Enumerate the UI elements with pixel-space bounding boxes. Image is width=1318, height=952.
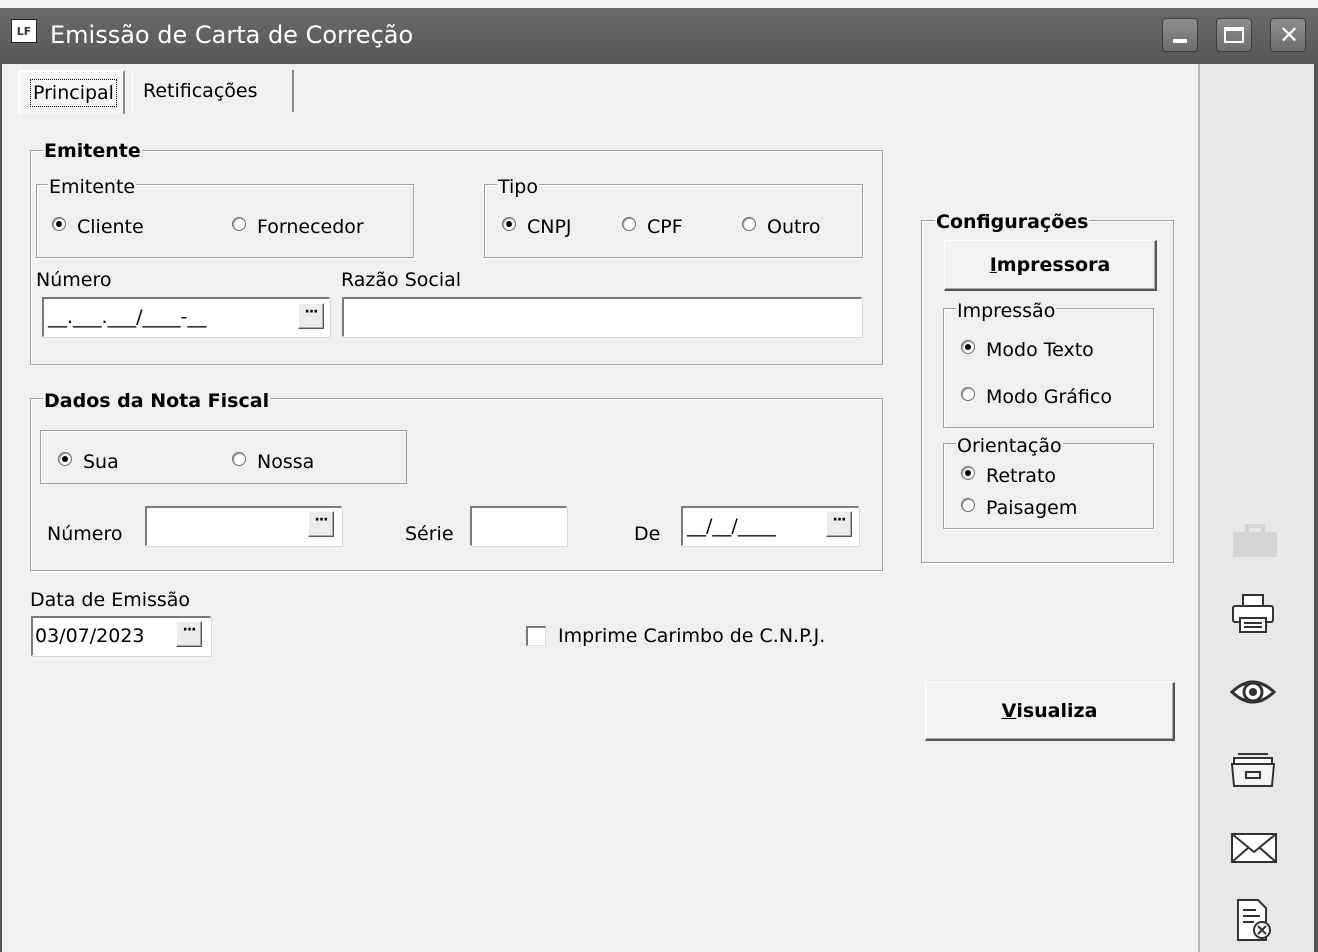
radio-modo-texto-label: Modo Texto <box>986 339 1094 361</box>
radio-modo-texto[interactable]: Modo Texto <box>961 339 1094 361</box>
razao-social-label: Razão Social <box>341 269 462 291</box>
radio-nossa[interactable]: Nossa <box>232 451 314 473</box>
imprime-carimbo-checkbox[interactable] <box>526 626 546 646</box>
radio-modo-grafico-dot[interactable] <box>961 387 975 401</box>
radio-cliente-label: Cliente <box>77 216 144 238</box>
impressao-group <box>943 308 1154 428</box>
emitente-numero-field[interactable]: __.___.___/____-__ <box>42 297 330 337</box>
nota-data-picker-button[interactable]: ··· <box>826 511 852 537</box>
maximize-button[interactable] <box>1216 18 1252 52</box>
emitente-type-title: Emitente <box>48 176 137 198</box>
radio-paisagem-dot[interactable] <box>961 498 975 512</box>
radio-modo-grafico[interactable]: Modo Gráfico <box>961 386 1112 408</box>
envelope-icon[interactable] <box>1228 826 1284 870</box>
impressora-button-label: mpressora <box>996 254 1111 276</box>
radio-cpf-dot[interactable] <box>622 217 636 231</box>
nota-numero-label: Número <box>47 523 123 545</box>
eye-icon[interactable] <box>1228 670 1284 714</box>
radio-outro-label: Outro <box>767 216 821 238</box>
tab-retificacoes-label: Retificações <box>143 80 258 102</box>
radio-sua-label: Sua <box>83 451 119 473</box>
briefcase-icon[interactable] <box>1228 520 1284 564</box>
emitente-numero-label: Número <box>36 269 112 291</box>
visualiza-button-mnemonic: V <box>1001 700 1017 722</box>
impressao-group-title: Impressão <box>956 300 1057 322</box>
radio-retrato-label: Retrato <box>986 465 1057 487</box>
side-toolbar <box>1198 64 1318 952</box>
window-top-strip <box>0 0 1318 8</box>
window-left-border <box>0 64 2 952</box>
impressora-button[interactable]: Impressora <box>944 240 1157 291</box>
de-label: De <box>634 523 661 545</box>
radio-cnpj-label: CNPJ <box>527 216 572 238</box>
visualiza-button-label: isualiza <box>1016 700 1098 722</box>
orientacao-group-title: Orientação <box>956 435 1063 457</box>
radio-paisagem[interactable]: Paisagem <box>961 497 1077 519</box>
configuracoes-group-title: Configurações <box>935 211 1090 233</box>
app-icon: LF <box>11 19 37 43</box>
tab-principal[interactable]: Principal <box>18 70 125 114</box>
minimize-button[interactable] <box>1162 18 1198 52</box>
radio-paisagem-label: Paisagem <box>986 497 1078 519</box>
radio-nossa-label: Nossa <box>257 451 315 473</box>
imprime-carimbo-label: Imprime Carimbo de C.N.P.J. <box>558 625 826 647</box>
tipo-group-title: Tipo <box>497 176 539 198</box>
razao-social-field[interactable] <box>342 297 862 337</box>
radio-outro-dot[interactable] <box>742 217 756 231</box>
serie-label: Série <box>405 523 454 545</box>
maximize-icon <box>1224 27 1244 43</box>
radio-cpf[interactable]: CPF <box>622 216 683 238</box>
serie-field[interactable] <box>470 506 567 546</box>
radio-cliente[interactable]: Cliente <box>52 216 144 238</box>
radio-cpf-label: CPF <box>647 216 683 238</box>
visualiza-button[interactable]: Visualiza <box>925 682 1175 741</box>
data-emissao-label: Data de Emissão <box>30 589 191 611</box>
radio-fornecedor[interactable]: Fornecedor <box>232 216 364 238</box>
emitente-numero-lookup-button[interactable]: ··· <box>298 303 324 329</box>
radio-modo-texto-dot[interactable] <box>961 340 975 354</box>
radio-retrato[interactable]: Retrato <box>961 465 1056 487</box>
radio-fornecedor-label: Fornecedor <box>257 216 364 238</box>
radio-nossa-dot[interactable] <box>232 452 246 466</box>
radio-fornecedor-dot[interactable] <box>232 217 246 231</box>
minimize-icon <box>1173 39 1187 43</box>
radio-outro[interactable]: Outro <box>742 216 820 238</box>
radio-cliente-dot[interactable] <box>52 217 66 231</box>
window-title: Emissão de Carta de Correção <box>50 21 414 49</box>
cancel-document-icon[interactable] <box>1228 898 1284 942</box>
nota-fiscal-group-title: Dados da Nota Fiscal <box>43 390 271 412</box>
radio-cnpj[interactable]: CNPJ <box>502 216 572 238</box>
impressora-button-mnemonic: I <box>989 254 997 276</box>
close-button[interactable]: ✕ <box>1270 18 1306 52</box>
window-right-border <box>1314 64 1318 952</box>
radio-retrato-dot[interactable] <box>961 466 975 480</box>
tab-principal-label: Principal <box>30 79 117 107</box>
folder-icon[interactable] <box>1228 748 1284 792</box>
tab-retificacoes[interactable]: Retificações <box>132 70 294 112</box>
printer-icon[interactable] <box>1228 592 1284 636</box>
close-icon: ✕ <box>1278 21 1300 49</box>
data-emissao-picker-button[interactable]: ··· <box>176 621 202 647</box>
radio-sua[interactable]: Sua <box>58 451 119 473</box>
nota-numero-lookup-button[interactable]: ··· <box>308 511 334 537</box>
emitente-group-title: Emitente <box>43 140 142 162</box>
radio-modo-grafico-label: Modo Gráfico <box>986 386 1112 408</box>
radio-sua-dot[interactable] <box>58 452 72 466</box>
radio-cnpj-dot[interactable] <box>502 217 516 231</box>
